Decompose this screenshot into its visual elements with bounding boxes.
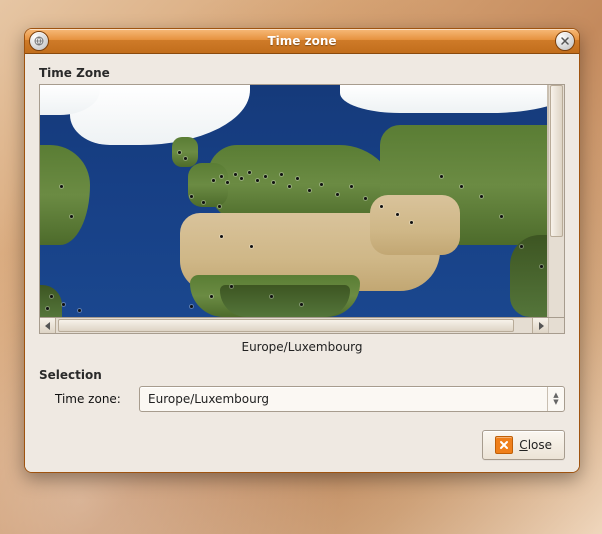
city-dot[interactable] xyxy=(308,189,311,192)
city-dot[interactable] xyxy=(380,205,383,208)
city-dot[interactable] xyxy=(234,173,237,176)
hscroll-track[interactable] xyxy=(56,318,532,333)
timezone-combobox[interactable]: Europe/Luxembourg ▲▼ xyxy=(139,386,565,412)
city-dot[interactable] xyxy=(240,177,243,180)
globe-icon xyxy=(29,31,49,51)
close-button[interactable]: CCloselose xyxy=(482,430,565,460)
city-dot[interactable] xyxy=(62,303,65,306)
city-dot[interactable] xyxy=(190,195,193,198)
button-bar: CCloselose xyxy=(39,430,565,460)
city-dot[interactable] xyxy=(364,197,367,200)
map-area xyxy=(39,84,565,318)
city-dot[interactable] xyxy=(500,215,503,218)
city-dot[interactable] xyxy=(178,151,181,154)
selection-row: Time zone: Europe/Luxembourg ▲▼ xyxy=(55,386,565,412)
city-dot[interactable] xyxy=(190,305,193,308)
city-dot[interactable] xyxy=(320,183,323,186)
city-dot[interactable] xyxy=(272,181,275,184)
city-dot[interactable] xyxy=(396,213,399,216)
city-dot[interactable] xyxy=(280,173,283,176)
window-title: Time zone xyxy=(49,34,555,48)
city-dot[interactable] xyxy=(218,205,221,208)
timezone-value: Europe/Luxembourg xyxy=(140,392,547,406)
world-map[interactable] xyxy=(40,85,548,317)
city-dot[interactable] xyxy=(60,185,63,188)
map-section: Europe/Luxembourg xyxy=(39,84,565,354)
city-dot[interactable] xyxy=(540,265,543,268)
map-vscrollbar[interactable] xyxy=(548,85,564,317)
selection-frame-label: Selection xyxy=(39,368,565,382)
city-dot[interactable] xyxy=(50,295,53,298)
city-dot[interactable] xyxy=(184,157,187,160)
city-dot[interactable] xyxy=(250,245,253,248)
city-dot[interactable] xyxy=(46,307,49,310)
city-dot[interactable] xyxy=(520,245,523,248)
city-dot[interactable] xyxy=(256,179,259,182)
city-dot[interactable] xyxy=(270,295,273,298)
city-dot[interactable] xyxy=(350,185,353,188)
city-dot[interactable] xyxy=(78,309,81,312)
city-dot[interactable] xyxy=(202,201,205,204)
titlebar[interactable]: Time zone xyxy=(25,29,579,54)
combobox-spinner-icon[interactable]: ▲▼ xyxy=(547,387,564,411)
timezone-dialog: Time zone Time Zone xyxy=(24,28,580,473)
city-dot[interactable] xyxy=(410,221,413,224)
land-iberia xyxy=(188,163,228,207)
city-dot[interactable] xyxy=(480,195,483,198)
hscroll-corner xyxy=(548,318,564,333)
city-dot[interactable] xyxy=(440,175,443,178)
map-frame-label: Time Zone xyxy=(39,66,565,80)
timezone-label: Time zone: xyxy=(55,392,131,406)
close-icon[interactable] xyxy=(555,31,575,51)
city-dot[interactable] xyxy=(296,177,299,180)
city-dot[interactable] xyxy=(460,185,463,188)
city-dot[interactable] xyxy=(220,235,223,238)
city-dot[interactable] xyxy=(70,215,73,218)
city-dot[interactable] xyxy=(230,285,233,288)
vscroll-thumb[interactable] xyxy=(550,85,563,237)
city-dot[interactable] xyxy=(226,181,229,184)
city-dot[interactable] xyxy=(288,185,291,188)
city-dot[interactable] xyxy=(212,179,215,182)
land-africa-s2 xyxy=(220,285,350,317)
desktop-background: Time zone Time Zone xyxy=(0,0,602,534)
close-button-label: CCloselose xyxy=(519,438,552,452)
hscroll-left-button[interactable] xyxy=(40,318,56,333)
land-arabia xyxy=(370,195,460,255)
city-dot[interactable] xyxy=(220,175,223,178)
land-arctic-ne xyxy=(340,85,548,113)
cancel-icon xyxy=(495,436,513,454)
city-dot[interactable] xyxy=(264,175,267,178)
vscroll-track[interactable] xyxy=(549,85,564,317)
land-uk xyxy=(172,137,198,167)
map-caption: Europe/Luxembourg xyxy=(39,340,565,354)
city-dot[interactable] xyxy=(210,295,213,298)
city-dot[interactable] xyxy=(300,303,303,306)
hscroll-right-button[interactable] xyxy=(532,318,548,333)
dialog-content: Time Zone xyxy=(25,54,579,472)
map-hscrollbar[interactable] xyxy=(39,318,565,334)
city-dot[interactable] xyxy=(336,193,339,196)
hscroll-thumb[interactable] xyxy=(58,319,514,332)
city-dot[interactable] xyxy=(248,171,251,174)
land-seasia xyxy=(510,235,548,317)
